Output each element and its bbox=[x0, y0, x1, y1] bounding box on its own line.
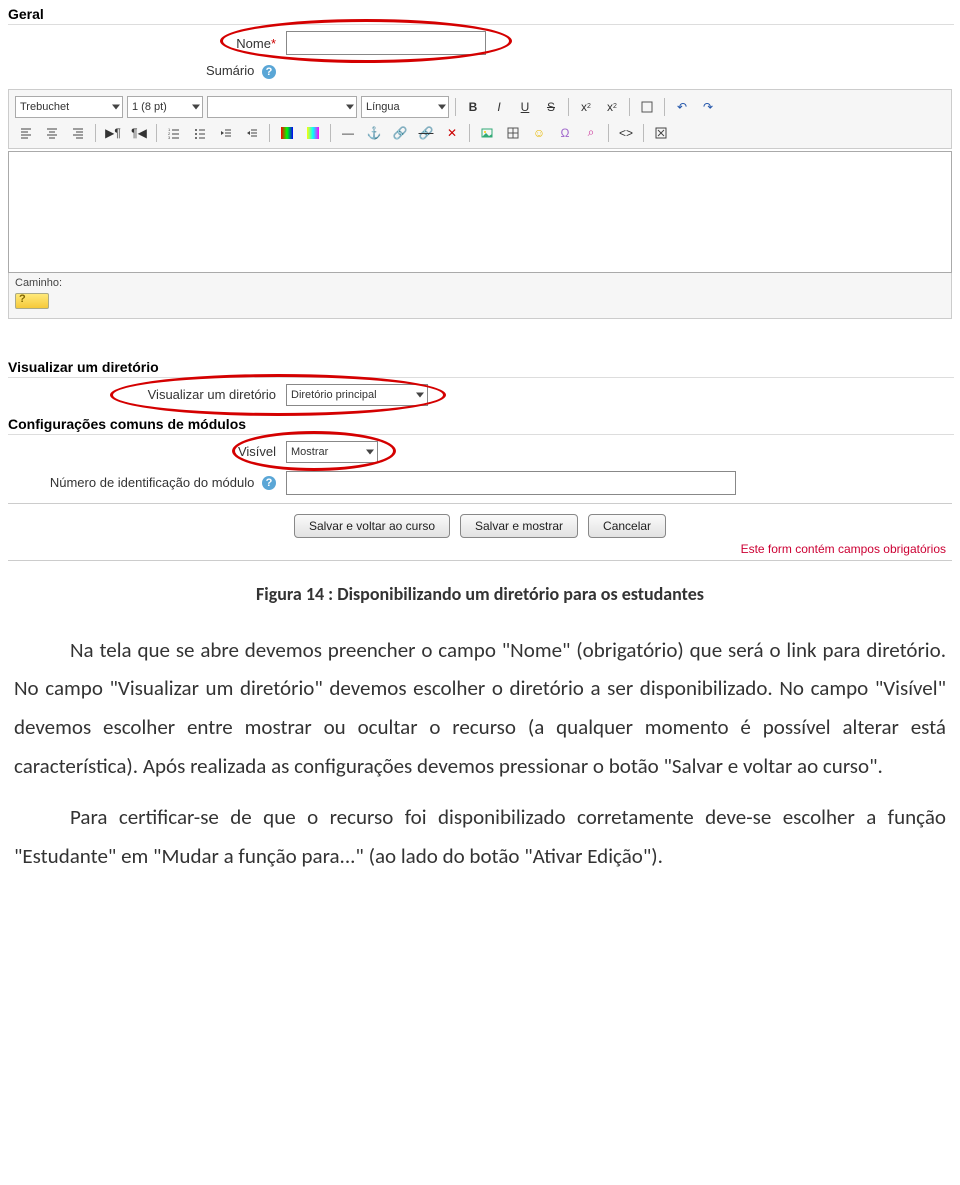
help-icon[interactable]: ? bbox=[262, 65, 276, 79]
link-button[interactable]: 🔗 bbox=[389, 122, 411, 144]
editor-toolbar: Trebuchet 1 (8 pt) Língua B I U S x2 x2 … bbox=[8, 89, 952, 149]
clean-button[interactable] bbox=[636, 96, 658, 118]
visivel-select[interactable]: Mostrar bbox=[286, 441, 378, 463]
italic-button[interactable]: I bbox=[488, 96, 510, 118]
underline-button[interactable]: U bbox=[514, 96, 536, 118]
align-left-button[interactable] bbox=[15, 122, 37, 144]
indent-button[interactable] bbox=[241, 122, 263, 144]
find-button[interactable]: ⌕ bbox=[580, 122, 602, 144]
lang-value: Língua bbox=[366, 101, 400, 113]
paragraph-select[interactable] bbox=[207, 96, 357, 118]
nome-input[interactable] bbox=[286, 31, 486, 55]
section-geral: Geral bbox=[8, 6, 954, 25]
hr-button[interactable]: ― bbox=[337, 122, 359, 144]
figure-caption: Figura 14 : Disponibilizando um diretóri… bbox=[6, 583, 954, 605]
redo-button[interactable]: ↷ bbox=[697, 96, 719, 118]
bgcolor-button[interactable] bbox=[302, 122, 324, 144]
idnum-input[interactable] bbox=[286, 471, 736, 495]
label-nome: Nome* bbox=[6, 36, 286, 51]
divider bbox=[8, 560, 952, 561]
undo-button[interactable]: ↶ bbox=[671, 96, 693, 118]
smiley-button[interactable]: ☺ bbox=[528, 122, 550, 144]
image-button[interactable] bbox=[476, 122, 498, 144]
outdent-button[interactable] bbox=[215, 122, 237, 144]
label-sumario: Sumário ? bbox=[6, 63, 286, 79]
cancel-button[interactable]: Cancelar bbox=[588, 514, 666, 538]
label-idnum-text: Número de identificação do módulo bbox=[50, 475, 255, 490]
editor-path: Caminho: bbox=[15, 275, 945, 293]
label-viewdir: Visualizar um diretório bbox=[6, 387, 286, 402]
doc-paragraph-1: Na tela que se abre devemos preencher o … bbox=[14, 631, 946, 786]
align-center-button[interactable] bbox=[41, 122, 63, 144]
required-mark: * bbox=[271, 36, 276, 51]
subscript-button[interactable]: x2 bbox=[575, 96, 597, 118]
fullscreen-button[interactable] bbox=[650, 122, 672, 144]
fontsize-select[interactable]: 1 (8 pt) bbox=[127, 96, 203, 118]
viewdir-value: Diretório principal bbox=[291, 389, 377, 401]
ol-button[interactable]: 123 bbox=[163, 122, 185, 144]
divider bbox=[8, 503, 952, 504]
ltr-button[interactable]: ▶¶ bbox=[102, 122, 124, 144]
html-button[interactable]: <> bbox=[615, 122, 637, 144]
required-note: Este form contém campos obrigatórios bbox=[6, 540, 954, 556]
section-common: Configurações comuns de módulos bbox=[8, 416, 954, 435]
lang-select[interactable]: Língua bbox=[361, 96, 449, 118]
superscript-button[interactable]: x2 bbox=[601, 96, 623, 118]
save-return-button[interactable]: Salvar e voltar ao curso bbox=[294, 514, 450, 538]
unlink-button[interactable]: 🔗 bbox=[415, 122, 437, 144]
help-icon[interactable]: ? bbox=[262, 476, 276, 490]
keyboard-icon[interactable] bbox=[15, 293, 49, 309]
label-nome-text: Nome bbox=[236, 36, 271, 51]
font-select[interactable]: Trebuchet bbox=[15, 96, 123, 118]
document-body: Na tela que se abre devemos preencher o … bbox=[6, 631, 954, 876]
visivel-value: Mostrar bbox=[291, 446, 328, 458]
ul-button[interactable] bbox=[189, 122, 211, 144]
fontsize-value: 1 (8 pt) bbox=[132, 101, 167, 113]
label-idnum: Número de identificação do módulo ? bbox=[6, 475, 286, 491]
viewdir-select[interactable]: Diretório principal bbox=[286, 384, 428, 406]
save-show-button[interactable]: Salvar e mostrar bbox=[460, 514, 578, 538]
textcolor-button[interactable] bbox=[276, 122, 298, 144]
nolink-button[interactable]: ✕ bbox=[441, 122, 463, 144]
doc-paragraph-2: Para certificar-se de que o recurso foi … bbox=[14, 798, 946, 876]
font-value: Trebuchet bbox=[20, 101, 69, 113]
rtl-button[interactable]: ¶◀ bbox=[128, 122, 150, 144]
section-viewdir: Visualizar um diretório bbox=[8, 359, 954, 378]
align-right-button[interactable] bbox=[67, 122, 89, 144]
anchor-button[interactable]: ⚓ bbox=[363, 122, 385, 144]
label-visivel: Visível bbox=[6, 444, 286, 459]
label-sumario-text: Sumário bbox=[206, 63, 254, 78]
bold-button[interactable]: B bbox=[462, 96, 484, 118]
table-button[interactable] bbox=[502, 122, 524, 144]
specialchar-button[interactable]: Ω bbox=[554, 122, 576, 144]
editor-footer: Caminho: bbox=[8, 273, 952, 319]
strike-button[interactable]: S bbox=[540, 96, 562, 118]
svg-text:3: 3 bbox=[168, 135, 171, 140]
editor-textarea[interactable] bbox=[8, 151, 952, 273]
